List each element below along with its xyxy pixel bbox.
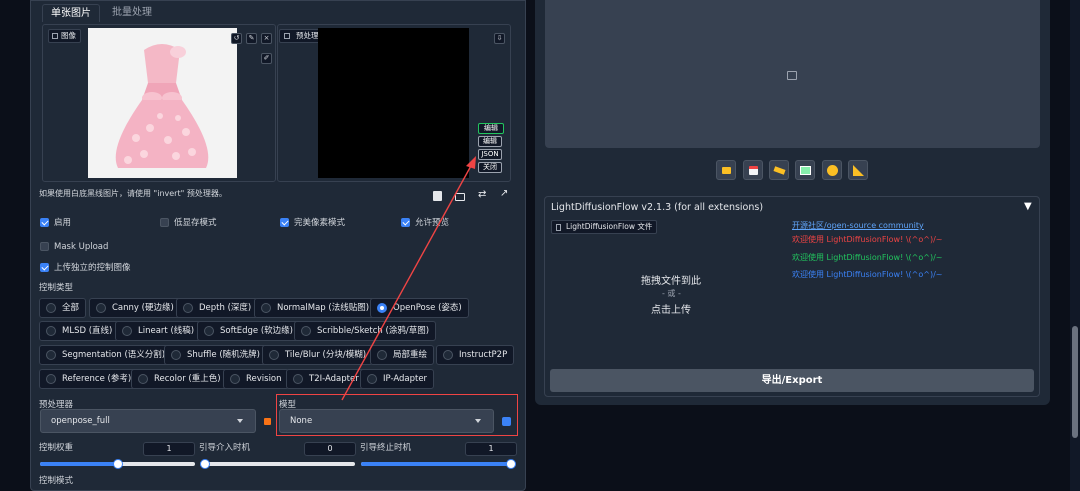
- guidance-start-label: 引导介入时机: [199, 443, 251, 453]
- control-type-label: 控制类型: [39, 283, 74, 293]
- edit-button-2[interactable]: 编辑: [478, 136, 502, 147]
- image-label: 图像: [48, 29, 81, 43]
- control-weight-label: 控制权重: [39, 443, 74, 453]
- radio-label: Lineart (线稿): [138, 326, 195, 336]
- export-label: 导出/Export: [761, 375, 823, 386]
- tab-single-image[interactable]: 单张图片: [42, 4, 100, 22]
- guidance-end-slider[interactable]: [361, 459, 516, 469]
- guidance-end-input[interactable]: 1: [465, 442, 517, 456]
- guidance-start-input[interactable]: 0: [304, 442, 356, 456]
- open-source-community-link[interactable]: 开源社区/open-source community: [792, 220, 924, 231]
- ldf-title: LightDiffusionFlow v2.1.3 (for all exten…: [551, 202, 764, 213]
- guidance-end-label: 引导终止时机: [360, 443, 412, 453]
- radio-label: Segmentation (语义分割): [62, 350, 166, 360]
- control-weight-input[interactable]: 1: [143, 442, 195, 456]
- invert-hint: 如果使用白底黑线图片，请使用 "invert" 预处理器。: [39, 189, 227, 198]
- mask-upload-checkbox[interactable]: Mask Upload: [40, 241, 108, 253]
- image-icon: [52, 33, 58, 39]
- radio-lineart[interactable]: Lineart (线稿): [115, 321, 202, 341]
- radio-reference[interactable]: Reference (参考): [39, 369, 139, 389]
- model-select[interactable]: None: [279, 409, 494, 433]
- upload-independent-label: 上传独立的控制图像: [54, 263, 131, 273]
- image-label-text: 图像: [61, 31, 76, 40]
- radio-revision[interactable]: Revision: [223, 369, 289, 389]
- slider-thumb[interactable]: [113, 459, 123, 469]
- welcome-blue: 欢迎使用 LightDiffusionFlow! \(^o^)/~: [792, 270, 943, 279]
- radio-label: Reference (参考): [62, 374, 132, 384]
- drop-text-line1: 拖拽文件到此: [641, 276, 701, 287]
- save-icon[interactable]: [743, 160, 763, 180]
- radio-all[interactable]: 全部: [39, 298, 87, 318]
- folder-icon[interactable]: [716, 160, 736, 180]
- slider-thumb[interactable]: [200, 459, 210, 469]
- export-button[interactable]: 导出/Export: [550, 369, 1034, 392]
- radio-depth[interactable]: Depth (深度): [176, 298, 259, 318]
- radio-segmentation[interactable]: Segmentation (语义分割): [39, 345, 173, 365]
- close-icon[interactable]: ×: [261, 33, 272, 44]
- edit-button-1[interactable]: 编辑: [478, 123, 504, 134]
- refresh-models-icon[interactable]: [502, 417, 511, 426]
- radio-label: Revision: [246, 374, 282, 384]
- control-weight-slider[interactable]: [40, 459, 195, 469]
- radio-shuffle[interactable]: Shuffle (随机洗牌): [164, 345, 267, 365]
- tab-batch[interactable]: 批量处理: [104, 4, 160, 22]
- preprocessor-value: openpose_full: [51, 416, 110, 426]
- collapse-icon[interactable]: ▼: [1024, 201, 1032, 212]
- welcome-red: 欢迎使用 LightDiffusionFlow! \(^o^)/~: [792, 235, 943, 244]
- annotation-arrow: [341, 156, 476, 401]
- radio-label: Shuffle (随机洗牌): [187, 350, 260, 360]
- guidance-start-slider[interactable]: [200, 459, 355, 469]
- download-icon[interactable]: ⇩: [494, 33, 505, 44]
- chevron-down-icon: [237, 419, 243, 423]
- brush-icon[interactable]: ✐: [261, 53, 272, 64]
- ruler-icon[interactable]: [848, 160, 868, 180]
- low-vram-label: 低显存模式: [174, 218, 217, 228]
- send-icon[interactable]: [769, 160, 789, 180]
- ldf-drop-zone[interactable]: [551, 236, 791, 362]
- radio-mlsd[interactable]: MLSD (直线): [39, 321, 120, 341]
- radio-label: Recolor (重上色): [154, 374, 221, 384]
- drop-text-or: - 或 -: [662, 289, 681, 298]
- image-placeholder-icon: [787, 71, 797, 80]
- palette-icon[interactable]: [822, 160, 842, 180]
- preprocessor-select[interactable]: openpose_full: [40, 409, 256, 433]
- upload-independent-checkbox[interactable]: 上传独立的控制图像: [40, 262, 131, 274]
- chevron-down-icon: [475, 419, 481, 423]
- scrollbar-thumb[interactable]: [1072, 326, 1078, 438]
- radio-label: MLSD (直线): [62, 326, 113, 336]
- enable-label: 启用: [54, 218, 72, 228]
- radio-label: 全部: [62, 303, 80, 313]
- drop-text-line2: 点击上传: [651, 305, 691, 316]
- mask-upload-label: Mask Upload: [54, 242, 109, 252]
- radio-label: Canny (硬边缘): [112, 303, 174, 313]
- radio-label: SoftEdge (软边缘): [220, 326, 293, 336]
- edit-icon[interactable]: ✎: [246, 33, 257, 44]
- enable-checkbox[interactable]: 启用: [40, 217, 71, 229]
- slider-thumb[interactable]: [506, 459, 516, 469]
- file-icon: [556, 224, 561, 231]
- low-vram-checkbox[interactable]: 低显存模式: [160, 217, 217, 229]
- radio-softedge[interactable]: SoftEdge (软边缘): [197, 321, 300, 341]
- uploaded-dress-image: [88, 28, 237, 178]
- control-mode-label: 控制模式: [39, 476, 74, 486]
- send-dimensions-icon[interactable]: ↗: [500, 188, 508, 199]
- ldf-file-label-text: LightDiffusionFlow 文件: [566, 222, 653, 231]
- undo-icon[interactable]: ↺: [231, 33, 242, 44]
- image-icon: [284, 33, 290, 39]
- model-value: None: [290, 416, 313, 426]
- radio-recolor[interactable]: Recolor (重上色): [131, 369, 228, 389]
- ldf-file-label: LightDiffusionFlow 文件: [551, 220, 658, 234]
- radio-label: Depth (深度): [199, 303, 252, 313]
- radio-canny[interactable]: Canny (硬边缘): [89, 298, 181, 318]
- run-preprocessor-icon[interactable]: [264, 418, 271, 425]
- image-icon[interactable]: [795, 160, 815, 180]
- welcome-green: 欢迎使用 LightDiffusionFlow! \(^o^)/~: [792, 253, 943, 262]
